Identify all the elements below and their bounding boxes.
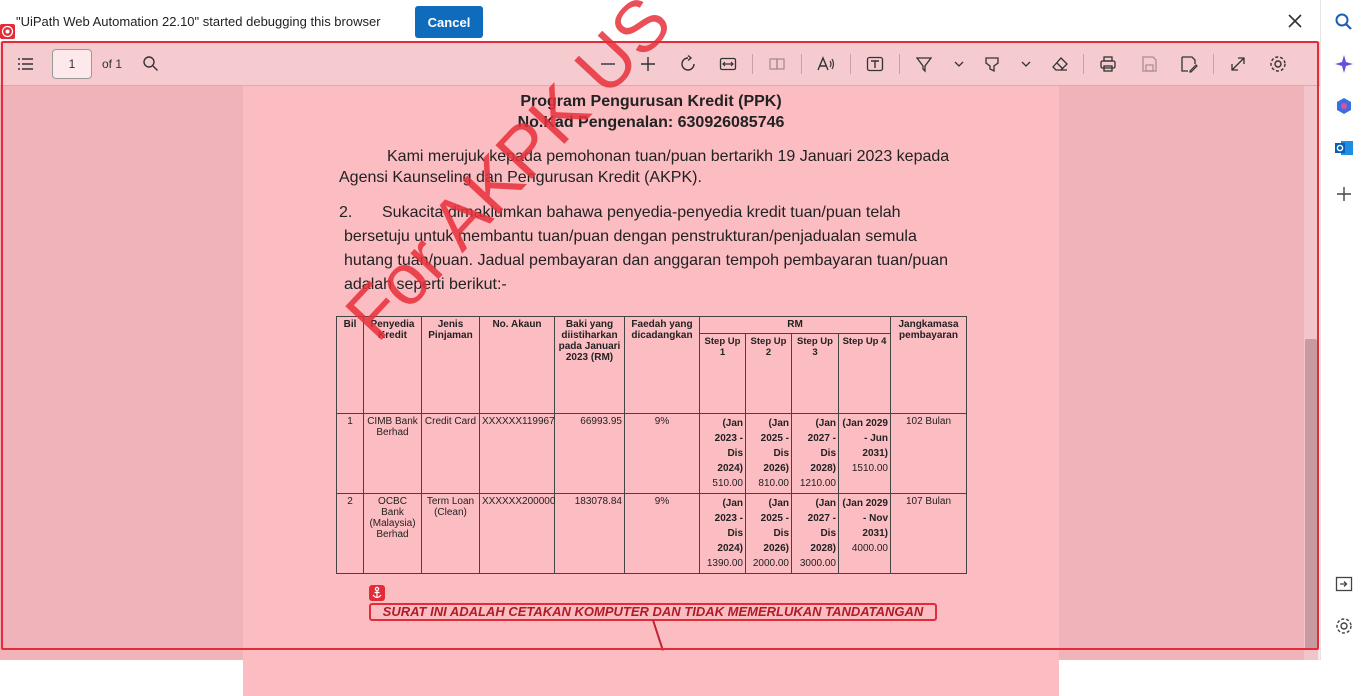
read-aloud-icon[interactable] <box>815 53 837 75</box>
scrollbar-thumb[interactable] <box>1305 339 1317 650</box>
page-number-input[interactable]: 1 <box>52 49 92 79</box>
cell-faedah: 9% <box>624 493 700 574</box>
uipath-target-icon <box>0 24 15 39</box>
step-amount: 1210.00 <box>799 478 836 489</box>
step-amount: 1390.00 <box>706 558 743 569</box>
step-amount: 1510.00 <box>851 463 888 474</box>
add-icon[interactable] <box>1334 184 1354 204</box>
header-step1: Step Up 1 <box>699 333 746 414</box>
step-period: (Jan 2029 - Jun 2031) <box>842 418 888 459</box>
eraser-icon[interactable] <box>1049 53 1071 75</box>
toolbar-divider <box>899 54 900 74</box>
chevron-down-icon[interactable] <box>948 53 970 75</box>
cell-step4: (Jan 2029 - Nov 2031) 4000.00 <box>838 493 891 574</box>
debug-message: "UiPath Web Automation 22.10" started de… <box>16 14 381 29</box>
header-baki: Baki yang diistiharkan pada Januari 2023… <box>554 316 625 414</box>
save-icon <box>1138 53 1160 75</box>
text-box-icon[interactable] <box>864 53 886 75</box>
settings-icon[interactable] <box>1334 616 1354 636</box>
cell-step3: (Jan 2027 - Dis 2028) 3000.00 <box>791 493 839 574</box>
cell-bil: 1 <box>336 413 364 494</box>
step-period: (Jan 2027 - Dis 2028) <box>807 498 836 554</box>
copilot-icon[interactable] <box>1334 54 1354 74</box>
outlook-icon[interactable] <box>1334 138 1354 158</box>
cell-step2: (Jan 2025 - Dis 2026) 810.00 <box>745 413 792 494</box>
cell-penyedia: CIMB Bank Berhad <box>363 413 422 494</box>
header-akaun: No. Akaun <box>479 316 555 414</box>
step-amount: 3000.00 <box>799 558 836 569</box>
step-period: (Jan 2027 - Dis 2028) <box>807 418 836 474</box>
step-period: (Jan 2025 - Dis 2026) <box>760 418 789 474</box>
toolbar-divider <box>1083 54 1084 74</box>
cell-baki: 183078.84 <box>554 493 625 574</box>
microsoft365-icon[interactable] <box>1334 96 1354 116</box>
doc-title-2: No.Kad Pengenalan: 630926085746 <box>517 114 785 131</box>
toolbar-divider <box>801 54 802 74</box>
header-jenis: Jenis Pinjaman <box>421 316 480 414</box>
cell-step3: (Jan 2027 - Dis 2028) 1210.00 <box>791 413 839 494</box>
cell-jangka: 107 Bulan <box>890 493 967 574</box>
header-step3: Step Up 3 <box>791 333 839 414</box>
chevron-down-icon[interactable] <box>1015 53 1037 75</box>
cell-jangka: 102 Bulan <box>890 413 967 494</box>
print-icon[interactable] <box>1097 53 1119 75</box>
step-amount: 2000.00 <box>752 558 789 569</box>
cell-step1: (Jan 2023 - Dis 2024) 510.00 <box>699 413 746 494</box>
step-amount: 4000.00 <box>851 543 888 554</box>
toolbar-divider <box>850 54 851 74</box>
table-row: 2 OCBC Bank (Malaysia) Berhad Term Loan … <box>336 493 967 574</box>
cell-step4: (Jan 2029 - Jun 2031) 1510.00 <box>838 413 891 494</box>
header-faedah: Faedah yang dicadangkan <box>624 316 700 414</box>
step-period: (Jan 2029 - Nov 2031) <box>842 498 888 539</box>
toolbar-divider <box>1213 54 1214 74</box>
step-period: (Jan 2023 - Dis 2024) <box>714 418 743 474</box>
footnote-highlight[interactable]: SURAT INI ADALAH CETAKAN KOMPUTER DAN TI… <box>369 603 937 621</box>
cell-jenis: Credit Card <box>421 413 480 494</box>
highlight-icon[interactable] <box>981 53 1003 75</box>
step-amount: 510.00 <box>712 478 743 489</box>
close-icon[interactable] <box>1284 10 1306 32</box>
toolbar-divider <box>752 54 753 74</box>
draw-icon[interactable] <box>913 53 935 75</box>
fullscreen-icon[interactable] <box>1227 53 1249 75</box>
para2-num: 2. <box>339 204 353 221</box>
contents-icon[interactable] <box>14 53 36 75</box>
header-step4: Step Up 4 <box>838 333 891 414</box>
sidebar-toggle-icon[interactable] <box>1334 574 1354 594</box>
page-view-icon <box>766 53 788 75</box>
cell-faedah: 9% <box>624 413 700 494</box>
repayment-table: Bil Penyedia Kredit Jenis Pinjaman No. A… <box>336 316 967 574</box>
cell-akaun: XXXXXX200000 <box>479 493 555 574</box>
cell-bil: 2 <box>336 493 364 574</box>
step-amount: 810.00 <box>758 478 789 489</box>
rotate-icon[interactable] <box>677 53 699 75</box>
step-period: (Jan 2025 - Dis 2026) <box>760 498 789 554</box>
search-icon[interactable] <box>140 53 162 75</box>
table-row: 1 CIMB Bank Berhad Credit Card XXXXXX119… <box>336 413 967 494</box>
header-jangka: Jangkamasa pembayaran <box>890 316 967 414</box>
page-count: of 1 <box>102 57 123 71</box>
anchor-icon[interactable] <box>369 585 385 601</box>
header-bil: Bil <box>336 316 364 414</box>
fit-page-icon[interactable] <box>717 53 739 75</box>
cell-baki: 66993.95 <box>554 413 625 494</box>
search-icon[interactable] <box>1334 12 1354 32</box>
step-period: (Jan 2023 - Dis 2024) <box>714 498 743 554</box>
cell-step2: (Jan 2025 - Dis 2026) 2000.00 <box>745 493 792 574</box>
header-step2: Step Up 2 <box>745 333 792 414</box>
doc-title-1: Program Pengurusan Kredit (PPK) <box>520 93 782 110</box>
cell-akaun: XXXXXX119967 <box>479 413 555 494</box>
header-rm: RM <box>699 316 891 334</box>
cell-step1: (Jan 2023 - Dis 2024) 1390.00 <box>699 493 746 574</box>
cell-jenis: Term Loan (Clean) <box>421 493 480 574</box>
browser-sidebar <box>1320 0 1366 660</box>
cell-penyedia: OCBC Bank (Malaysia) Berhad <box>363 493 422 574</box>
cancel-button[interactable]: Cancel <box>415 6 483 38</box>
settings-icon[interactable] <box>1267 53 1289 75</box>
save-as-icon[interactable] <box>1178 53 1200 75</box>
